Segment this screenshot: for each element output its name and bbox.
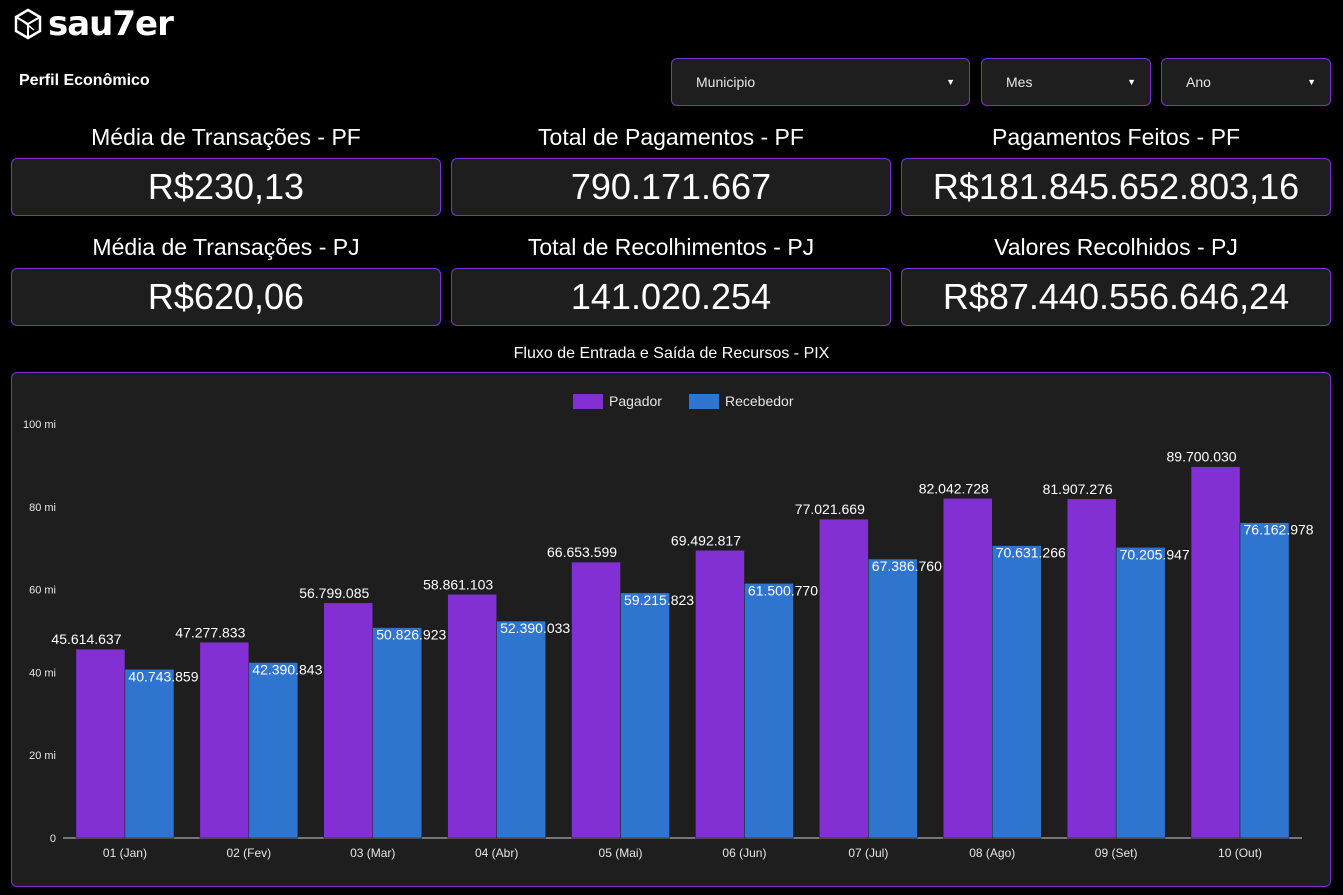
kpi-label: Média de Transações - PJ xyxy=(92,234,360,260)
data-label: 81.907.276 xyxy=(1043,481,1113,497)
x-tick-label: 09 (Set) xyxy=(1095,846,1138,860)
kpi-value: R$87.440.556.646,24 xyxy=(901,268,1331,326)
x-tick-label: 04 (Abr) xyxy=(475,846,518,860)
legend-label: Pagador xyxy=(609,393,662,409)
kpi-value: R$230,13 xyxy=(11,158,441,216)
data-label: 56.799.085 xyxy=(299,585,369,601)
data-label: 42.390.843 xyxy=(252,662,322,678)
kpi-label: Média de Transações - PF xyxy=(91,124,361,150)
data-label: 70.631.266 xyxy=(996,545,1066,561)
data-label: 69.492.817 xyxy=(671,532,741,548)
bar-pagador xyxy=(1190,466,1241,839)
y-tick-label: 60 mi xyxy=(29,585,56,597)
x-tick-label: 05 (Mai) xyxy=(599,846,643,860)
data-label: 61.500.770 xyxy=(748,582,818,598)
page-title: Perfil Econômico xyxy=(19,72,150,89)
data-label: 67.386.760 xyxy=(872,558,942,574)
x-tick-label: 06 (Jun) xyxy=(722,846,766,860)
mes-filter-label: Mes xyxy=(1006,74,1033,90)
data-label: 66.653.599 xyxy=(547,544,617,560)
data-label: 70.205.947 xyxy=(1120,546,1190,562)
logo: sau7er xyxy=(12,4,174,44)
data-label: 82.042.728 xyxy=(919,480,989,496)
bar-recebedor xyxy=(620,592,670,839)
bar-pagador xyxy=(819,518,869,839)
bar-recebedor xyxy=(372,627,422,839)
data-label: 76.162.978 xyxy=(1244,522,1314,538)
municipio-filter[interactable]: Municipio ▼ xyxy=(671,58,970,106)
kpi-value: R$620,06 xyxy=(11,268,441,326)
mes-filter[interactable]: Mes ▼ xyxy=(981,58,1151,106)
kpi-value: 790.171.667 xyxy=(451,158,891,216)
legend-label: Recebedor xyxy=(725,393,794,409)
data-label: 59.215.823 xyxy=(624,592,694,608)
bar-recebedor xyxy=(992,545,1042,839)
municipio-filter-label: Municipio xyxy=(696,74,756,90)
y-tick-label: 80 mi xyxy=(29,502,56,514)
y-tick-label: 100 mi xyxy=(23,419,56,431)
ano-filter[interactable]: Ano ▼ xyxy=(1161,58,1331,106)
x-tick-label: 10 (Out) xyxy=(1218,846,1262,860)
bar-recebedor xyxy=(868,558,918,839)
logo-icon xyxy=(14,8,42,40)
data-label: 77.021.669 xyxy=(795,501,865,517)
bar-pagador xyxy=(75,648,126,839)
x-tick-label: 08 (Ago) xyxy=(969,846,1015,860)
bar-recebedor xyxy=(496,620,546,839)
chevron-down-icon: ▼ xyxy=(1307,77,1316,87)
bar-pagador xyxy=(199,642,250,839)
chart-title: Fluxo de Entrada e Saída de Recursos - P… xyxy=(513,345,830,362)
bar-recebedor xyxy=(124,669,175,839)
data-label: 40.743.859 xyxy=(128,668,198,684)
data-label: 47.277.833 xyxy=(175,624,245,640)
kpi-label: Valores Recolhidos - PJ xyxy=(994,234,1238,260)
bar-pagador xyxy=(695,550,745,839)
legend-swatch xyxy=(573,394,603,409)
y-tick-label: 20 mi xyxy=(29,750,56,762)
bar-recebedor xyxy=(1115,547,1166,839)
kpi-value: 141.020.254 xyxy=(451,268,891,326)
bar-recebedor xyxy=(248,662,299,839)
y-tick-label: 40 mi xyxy=(29,667,56,679)
bar-pagador xyxy=(571,561,621,839)
y-tick-label: 0 xyxy=(50,833,56,845)
bar-pagador xyxy=(323,602,373,839)
ano-filter-label: Ano xyxy=(1186,74,1211,90)
x-tick-label: 01 (Jan) xyxy=(103,846,147,860)
legend-swatch xyxy=(689,394,719,409)
bar-chart: 0 20 mi 40 mi 60 mi 80 mi 100 mi Pagador Recebe… xyxy=(23,393,1314,860)
logo-text: sau7er xyxy=(48,4,174,44)
bar-pagador xyxy=(1066,498,1117,839)
kpi-value: R$181.845.652.803,16 xyxy=(901,158,1331,216)
bar-recebedor xyxy=(1239,522,1290,839)
kpi-label: Total de Recolhimentos - PJ xyxy=(527,234,815,260)
data-label: 50.826.923 xyxy=(376,627,446,643)
bar-pagador xyxy=(943,498,993,839)
bar-recebedor xyxy=(744,583,794,839)
data-label: 52.390.033 xyxy=(500,620,570,636)
kpi-label: Pagamentos Feitos - PF xyxy=(992,124,1240,150)
x-tick-label: 02 (Fev) xyxy=(227,846,272,860)
data-label: 58.861.103 xyxy=(423,576,493,592)
chart-panel: 0 20 mi 40 mi 60 mi 80 mi 100 mi Pagador Recebe… xyxy=(11,372,1331,887)
x-tick-label: 03 (Mar) xyxy=(350,846,395,860)
kpi-label: Total de Pagamentos - PF xyxy=(538,124,804,150)
chevron-down-icon: ▼ xyxy=(946,77,955,87)
data-label: 89.700.030 xyxy=(1167,449,1237,465)
bar-pagador xyxy=(447,594,497,839)
chevron-down-icon: ▼ xyxy=(1127,77,1136,87)
x-tick-label: 07 (Jul) xyxy=(848,846,888,860)
data-label: 45.614.637 xyxy=(51,631,121,647)
